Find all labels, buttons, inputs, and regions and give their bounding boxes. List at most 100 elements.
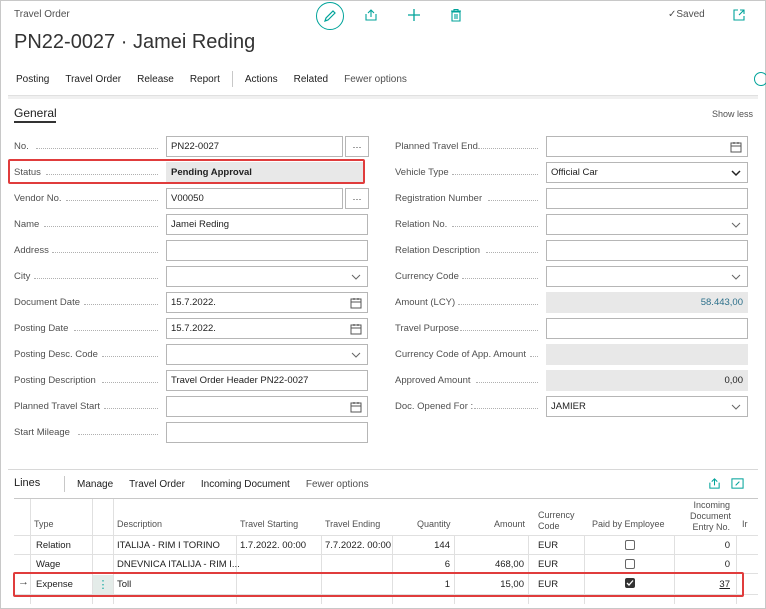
col-inc-line1: Incoming <box>693 500 730 510</box>
label-planned-travel-end: Planned Travel End <box>395 141 478 152</box>
action-posting[interactable]: Posting <box>16 74 49 85</box>
action-actions[interactable]: Actions <box>245 74 278 85</box>
col-description[interactable]: Description <box>117 519 162 530</box>
col-paid-by-employee[interactable]: Paid by Employee <box>592 519 665 530</box>
row1-currency[interactable]: EUR <box>538 540 558 551</box>
row1-paid-checkbox[interactable] <box>625 540 635 550</box>
label-planned-travel-start: Planned Travel Start <box>14 401 101 412</box>
row1-travel-ending[interactable]: 7.7.2022. 00:00 <box>325 540 391 551</box>
row2-description[interactable]: DNEVNICA ITALIJA - RIM I... <box>117 559 240 570</box>
chevron-down-icon <box>731 274 741 280</box>
dotted-leader <box>78 434 158 435</box>
col-inc-line3: Entry No. <box>692 522 730 532</box>
page-title: PN22-0027 · Jamei Reding <box>14 31 256 53</box>
delete-button[interactable] <box>447 6 465 24</box>
doc-opened-for-field[interactable]: JAMIER <box>546 396 748 417</box>
label-travel-purpose: Travel Purpose <box>395 323 460 334</box>
doc-opened-for-value: JAMIER <box>551 401 586 412</box>
lines-fewer-options[interactable]: Fewer options <box>306 479 369 490</box>
action-release[interactable]: Release <box>137 74 174 85</box>
open-new-window-icon <box>733 9 745 21</box>
col-extra[interactable]: Ir <box>742 519 748 530</box>
registration-number-field[interactable] <box>546 188 748 209</box>
row2-currency[interactable]: EUR <box>538 559 558 570</box>
lines-manage[interactable]: Manage <box>77 479 113 490</box>
row2-amount[interactable]: 468,00 <box>462 559 524 570</box>
expand-icon <box>731 478 744 489</box>
lines-expand-button[interactable] <box>731 477 744 495</box>
share-icon <box>709 478 720 489</box>
col-currency-code[interactable]: Currency Code <box>538 510 575 532</box>
row2-type[interactable]: Wage <box>36 559 60 570</box>
section-underline <box>14 121 56 123</box>
chevron-down-icon <box>351 352 361 358</box>
address-field[interactable] <box>166 240 368 261</box>
share-button[interactable] <box>362 6 380 24</box>
name-field[interactable]: Jamei Reding <box>166 214 368 235</box>
row1-travel-starting[interactable]: 1.7.2022. 00:00 <box>240 540 306 551</box>
dotted-leader <box>458 304 538 305</box>
lines-title[interactable]: Lines <box>14 477 40 489</box>
label-vendor-no: Vendor No. <box>14 193 62 204</box>
calendar-icon[interactable] <box>730 141 742 153</box>
no-field[interactable]: PN22-0027 <box>166 136 343 157</box>
calendar-icon[interactable] <box>350 297 362 309</box>
dotted-leader <box>36 148 158 149</box>
lines-share-button[interactable] <box>708 477 721 495</box>
lines-incoming-document[interactable]: Incoming Document <box>201 479 290 490</box>
currency-code-field[interactable] <box>546 266 748 287</box>
row1-entry-no[interactable]: 0 <box>690 540 730 551</box>
row2-entry-no[interactable]: 0 <box>690 559 730 570</box>
action-report[interactable]: Report <box>190 74 220 85</box>
col-type[interactable]: Type <box>34 519 54 530</box>
planned-travel-end-field[interactable] <box>546 136 748 157</box>
action-related[interactable]: Related <box>294 74 328 85</box>
col-incoming-entry-no[interactable]: Incoming Document Entry No. <box>690 500 731 533</box>
row2-paid-checkbox[interactable] <box>625 559 635 569</box>
show-less-link[interactable]: Show less <box>712 109 753 119</box>
relation-description-field[interactable] <box>546 240 748 261</box>
label-name: Name <box>14 219 40 230</box>
vehicle-type-select[interactable]: Official Car <box>546 162 748 183</box>
vendor-no-field[interactable]: V00050 <box>166 188 343 209</box>
col-travel-ending[interactable]: Travel Ending <box>325 519 380 530</box>
share-icon <box>365 9 377 21</box>
edit-button[interactable] <box>316 2 344 30</box>
travel-purpose-field[interactable] <box>546 318 748 339</box>
open-new-window-button[interactable] <box>730 6 748 24</box>
col-travel-starting[interactable]: Travel Starting <box>240 519 298 530</box>
dotted-leader <box>74 330 158 331</box>
label-no: No. <box>14 141 29 152</box>
row2-quantity[interactable]: 6 <box>400 559 450 570</box>
planned-travel-start-field[interactable] <box>166 396 368 417</box>
lines-travel-order[interactable]: Travel Order <box>129 479 185 490</box>
row1-type[interactable]: Relation <box>36 540 71 551</box>
col-amount[interactable]: Amount <box>494 519 525 530</box>
dotted-leader <box>66 200 158 201</box>
calendar-icon[interactable] <box>350 401 362 413</box>
label-posting-description: Posting Description <box>14 375 96 386</box>
calendar-icon[interactable] <box>350 323 362 335</box>
posting-desc-code-field[interactable] <box>166 344 368 365</box>
trash-icon <box>451 8 461 22</box>
amount-lcy-field[interactable]: 58.443,00 <box>546 292 748 313</box>
new-button[interactable] <box>405 6 423 24</box>
start-mileage-field[interactable] <box>166 422 368 443</box>
col-quantity[interactable]: Quantity <box>417 519 451 530</box>
row1-description[interactable]: ITALIJA - RIM I TORINO <box>117 540 220 551</box>
dotted-leader <box>34 278 158 279</box>
grid-top-border <box>14 498 758 499</box>
action-fewer-options[interactable]: Fewer options <box>344 74 407 85</box>
document-date-field[interactable]: 15.7.2022. <box>166 292 368 313</box>
relation-no-field[interactable] <box>546 214 748 235</box>
action-travel-order[interactable]: Travel Order <box>65 74 121 85</box>
posting-date-field[interactable]: 15.7.2022. <box>166 318 368 339</box>
divider-shadow <box>8 96 758 99</box>
row1-quantity[interactable]: 144 <box>400 540 450 551</box>
vendor-lookup-button[interactable]: ··· <box>345 188 369 209</box>
section-title-general[interactable]: General <box>14 106 57 120</box>
no-lookup-button[interactable]: ··· <box>345 136 369 157</box>
search-icon[interactable] <box>754 72 766 86</box>
city-field[interactable] <box>166 266 368 287</box>
posting-description-field[interactable]: Travel Order Header PN22-0027 <box>166 370 368 391</box>
